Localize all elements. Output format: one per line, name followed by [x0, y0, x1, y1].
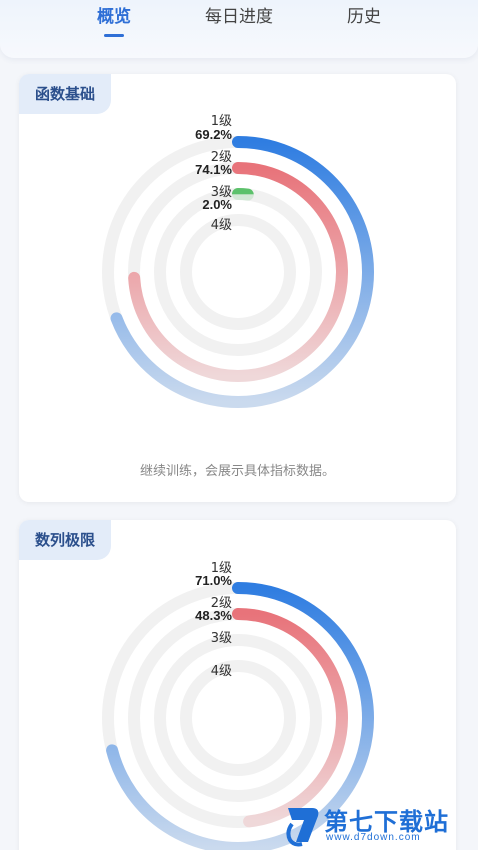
level-4-track [180, 660, 296, 776]
level-4-track [180, 214, 296, 330]
level-4-label: 4级 [210, 218, 232, 233]
level-4-label: 4级 [210, 664, 232, 679]
level-3-label: 3级 [210, 631, 232, 646]
tab-overview[interactable]: 概览 [64, 4, 164, 30]
training-hint: 继续训练，会展示具体指标数据。 [139, 464, 335, 479]
category-card-functions[interactable]: 函数基础 1级 69.2% 2级 74.1% 3级 2.0% 4级 继续训练，会… [19, 74, 456, 502]
level-2-percent: 48.3% [195, 608, 232, 623]
d7-logo-icon [286, 808, 319, 847]
level-progress-rings [102, 136, 374, 408]
watermark-url: www.d7down.com [326, 832, 421, 843]
active-tab-indicator [104, 34, 124, 37]
level-3-progress-arc [232, 188, 254, 201]
site-watermark-logo: 第七下载站 www.d7down.com [282, 800, 478, 850]
level-1-percent: 69.2% [195, 127, 232, 142]
tab-daily-progress[interactable]: 每日进度 [189, 4, 289, 30]
top-tab-bar: 概览 每日进度 历史 [0, 0, 478, 58]
level-2-percent: 74.1% [195, 162, 232, 177]
level-3-percent: 2.0% [202, 197, 232, 212]
level-1-percent: 71.0% [195, 573, 232, 588]
tab-history[interactable]: 历史 [314, 4, 414, 30]
